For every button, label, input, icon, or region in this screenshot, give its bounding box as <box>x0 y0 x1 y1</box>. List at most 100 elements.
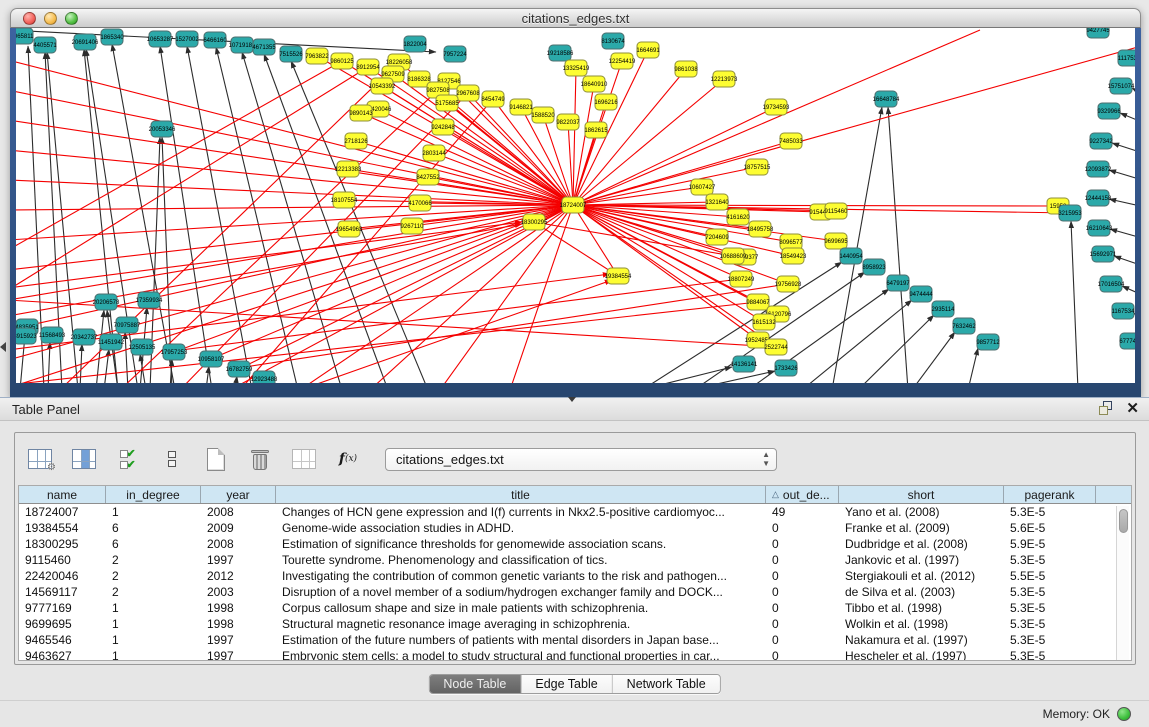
graph-edge-citation[interactable] <box>573 68 576 205</box>
graph-edge-reference[interactable] <box>640 367 732 383</box>
graph-edge-reference[interactable] <box>187 46 252 383</box>
table-cell[interactable]: Nakamura et al. (1997) <box>839 632 1004 648</box>
table-cell[interactable]: 2008 <box>201 536 276 552</box>
graph-edge-reference[interactable] <box>1114 256 1135 268</box>
table-settings-icon[interactable]: ⚙ <box>25 444 55 474</box>
graph-node[interactable]: 15692971 <box>1090 246 1117 262</box>
table-row[interactable]: 1456911722003Disruption of a novel membe… <box>19 584 1131 600</box>
column-header-pagerank[interactable]: pagerank <box>1004 486 1096 503</box>
table-cell[interactable]: 1997 <box>201 648 276 661</box>
graph-node[interactable]: 18640910 <box>581 76 608 92</box>
table-cell[interactable]: Genome-wide association studies in ADHD. <box>276 520 766 536</box>
vertical-scrollbar[interactable] <box>1116 506 1129 661</box>
graph-node[interactable]: 1588520 <box>531 107 555 123</box>
graph-node[interactable]: 17016504 <box>1098 276 1125 292</box>
table-cell[interactable]: 5.3E-5 <box>1004 616 1096 632</box>
minimize-window-button[interactable] <box>44 12 57 25</box>
table-cell[interactable]: 2009 <box>201 520 276 536</box>
graph-edge-citation[interactable] <box>573 205 788 284</box>
graph-node[interactable]: 12213383 <box>335 161 362 177</box>
graph-node[interactable]: 7485033 <box>779 133 803 149</box>
tab-network-table[interactable]: Network Table <box>613 675 720 693</box>
table-cell[interactable]: 0 <box>766 520 839 536</box>
table-cell[interactable]: 9699695 <box>19 616 106 632</box>
graph-node[interactable]: 16782759 <box>226 361 253 377</box>
graph-node[interactable]: 12923488 <box>251 371 278 383</box>
table-cell[interactable]: 14569117 <box>19 584 106 600</box>
graph-node[interactable]: 18757515 <box>744 159 771 175</box>
network-canvas[interactable]: 2065811440557120691406186534010653287152… <box>16 28 1135 383</box>
graph-node[interactable]: 17359934 <box>136 292 163 308</box>
graph-node[interactable]: 9146821 <box>509 99 533 115</box>
graph-node[interactable]: 1440954 <box>839 248 863 264</box>
table-cell[interactable]: Disruption of a novel member of a sodium… <box>276 584 766 600</box>
graph-node[interactable]: 2718126 <box>344 133 368 149</box>
table-row[interactable]: 946554611997Estimation of the future num… <box>19 632 1131 648</box>
close-window-button[interactable] <box>23 12 36 25</box>
graph-node[interactable]: 13325419 <box>563 60 590 76</box>
graph-node[interactable]: 18724007 <box>560 197 587 213</box>
graph-node[interactable]: 9427745 <box>1086 28 1110 38</box>
graph-node[interactable]: 18549423 <box>780 248 807 264</box>
table-cell[interactable]: 1 <box>106 616 201 632</box>
graph-node[interactable]: 20342737 <box>71 329 98 345</box>
table-cell[interactable]: 0 <box>766 648 839 661</box>
table-cell[interactable]: Tourette syndrome. Phenomenology and cla… <box>276 552 766 568</box>
graph-node[interactable]: 2935114 <box>932 301 956 317</box>
table-cell[interactable]: Tibbo et al. (1998) <box>839 600 1004 616</box>
graph-edge-citation[interactable] <box>573 167 757 205</box>
table-cell[interactable]: Corpus callosum shape and size in male p… <box>276 600 766 616</box>
graph-node[interactable]: 3915923 <box>16 328 37 344</box>
graph-node[interactable]: 1733426 <box>774 360 798 376</box>
splitter-handle-icon[interactable] <box>568 397 576 402</box>
graph-node[interactable]: 8958923 <box>862 259 886 275</box>
graph-node[interactable]: 1321640 <box>705 194 729 210</box>
graph-node[interactable]: 12505135 <box>129 339 156 355</box>
column-header-in_degree[interactable]: in_degree <box>106 486 201 503</box>
graph-node[interactable]: 7632462 <box>952 318 976 334</box>
graph-node[interactable]: 7957224 <box>443 46 467 62</box>
graph-edge-reference[interactable] <box>888 107 908 383</box>
citation-graph[interactable]: 2065811440557120691406186534010653287152… <box>16 28 1135 383</box>
table-cell[interactable]: Investigating the contribution of common… <box>276 568 766 584</box>
graph-edge-citation[interactable] <box>16 150 573 205</box>
graph-edge-citation[interactable] <box>434 153 573 205</box>
table-cell[interactable]: 0 <box>766 600 839 616</box>
graph-node[interactable]: 19756928 <box>775 276 802 292</box>
table-cell[interactable]: 2008 <box>201 504 276 520</box>
window-titlebar[interactable]: citations_edges.txt <box>10 8 1141 28</box>
graph-node[interactable]: 9860125 <box>330 53 354 69</box>
table-cell[interactable]: 5.5E-5 <box>1004 568 1096 584</box>
table-row[interactable]: 977716911998Corpus callosum shape and si… <box>19 600 1131 616</box>
table-cell[interactable]: 1998 <box>201 616 276 632</box>
table-cell[interactable]: 0 <box>766 632 839 648</box>
table-cell[interactable]: 1 <box>106 600 201 616</box>
close-panel-icon[interactable]: ✕ <box>1126 401 1139 416</box>
select-rows-icon[interactable]: ✔ ✔ <box>113 444 143 474</box>
table-cell[interactable]: Estimation of the future numbers of pati… <box>276 632 766 648</box>
table-cell[interactable]: Changes of HCN gene expression and I(f) … <box>276 504 766 520</box>
graph-edge-reference[interactable] <box>912 332 955 383</box>
column-header-short[interactable]: short <box>839 486 1004 503</box>
graph-node[interactable]: 6466160 <box>203 32 227 48</box>
table-row[interactable]: 2242004622012Investigating the contribut… <box>19 568 1131 584</box>
graph-edge-reference[interactable] <box>104 349 109 383</box>
graph-node[interactable]: 2803144 <box>422 145 446 161</box>
graph-node[interactable]: 7204609 <box>705 229 729 245</box>
graph-node[interactable]: 8427552 <box>416 169 440 185</box>
table-cell[interactable]: 1997 <box>201 632 276 648</box>
graph-node[interactable]: 15751074 <box>1108 78 1135 94</box>
graph-node[interactable]: 7515526 <box>279 46 303 62</box>
graph-edge-citation[interactable] <box>174 205 573 352</box>
graph-node[interactable]: 8454749 <box>481 91 505 107</box>
table-cell[interactable]: 22420046 <box>19 568 106 584</box>
tab-edge-table[interactable]: Edge Table <box>521 675 612 693</box>
graph-node[interactable]: 9227342 <box>1089 133 1113 149</box>
table-row[interactable]: 911546021997Tourette syndrome. Phenomeno… <box>19 552 1131 568</box>
zoom-window-button[interactable] <box>65 12 78 25</box>
table-cell[interactable]: 2 <box>106 584 201 600</box>
column-header-year[interactable]: year <box>201 486 276 503</box>
graph-node[interactable]: 10543392 <box>369 78 396 94</box>
table-cell[interactable]: Hescheler et al. (1997) <box>839 648 1004 661</box>
graph-node[interactable]: 1862615 <box>584 122 608 138</box>
